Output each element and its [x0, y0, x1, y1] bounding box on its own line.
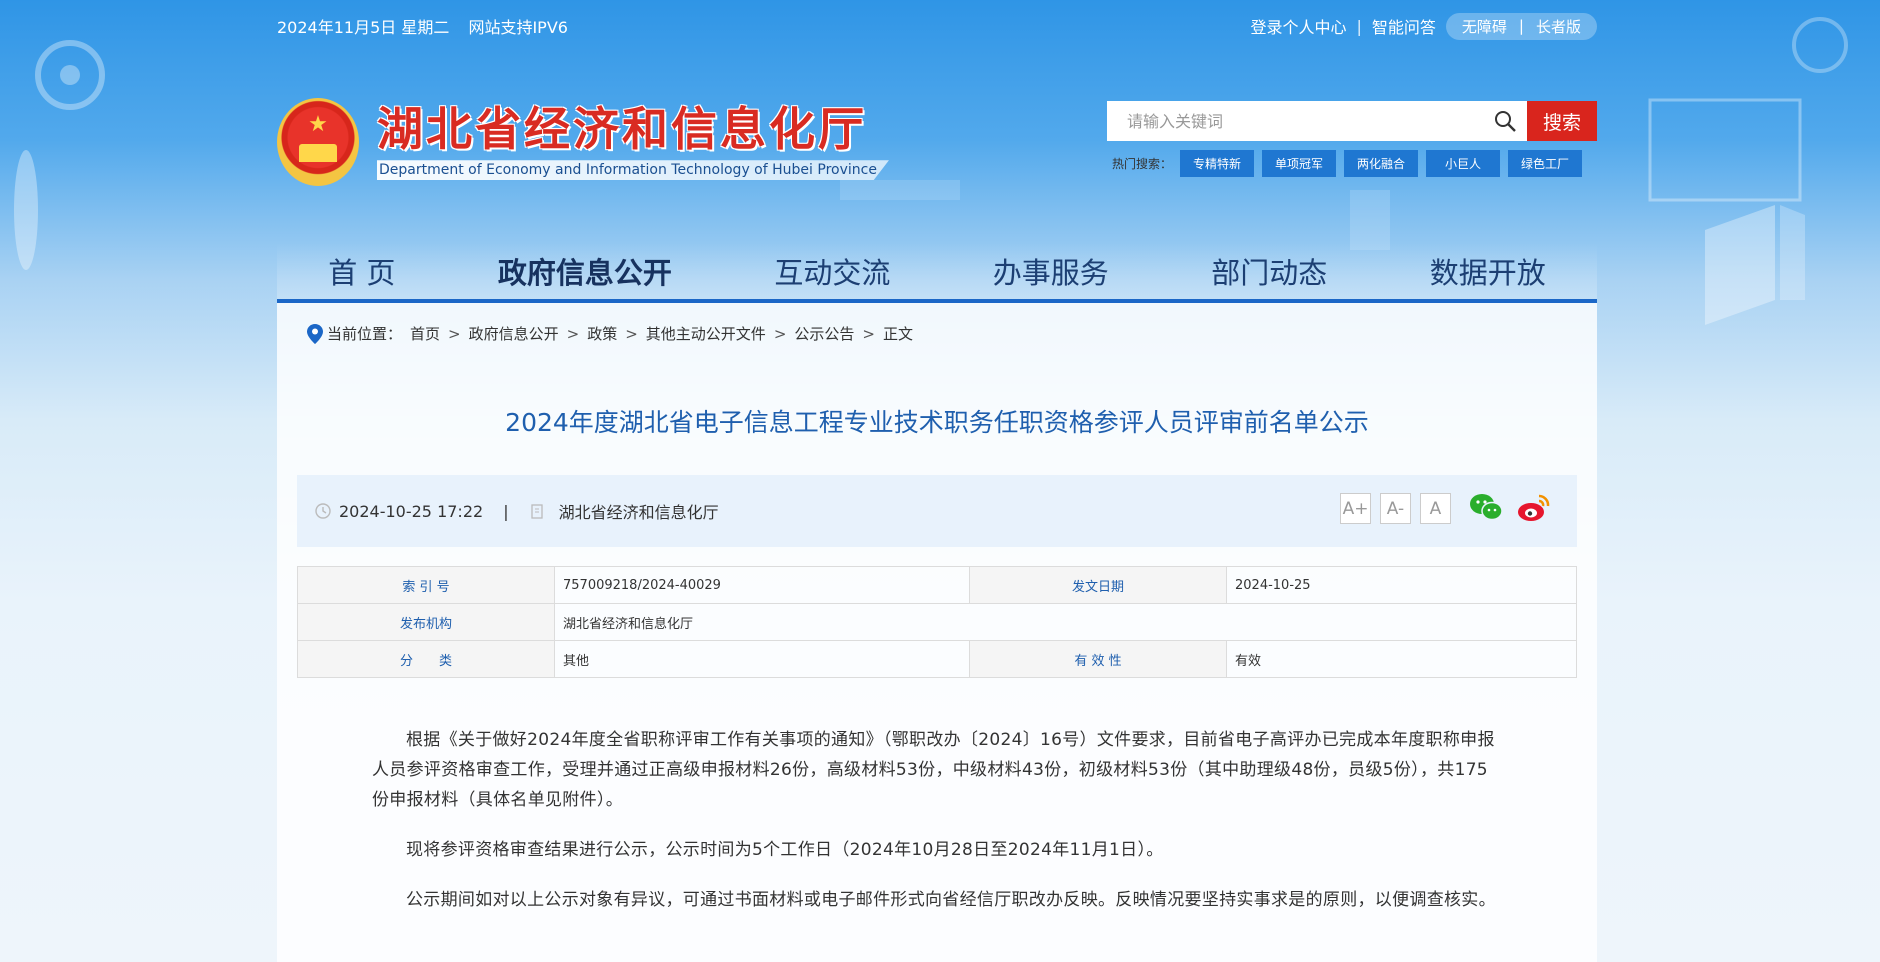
- elder-mode-link[interactable]: 长者版: [1536, 16, 1581, 37]
- building-icon: [530, 504, 543, 519]
- article-paragraph: 根据《关于做好2024年度全省职称评审工作有关事项的通知》（鄂职改办〔2024〕…: [372, 730, 1495, 810]
- search-input[interactable]: [1125, 110, 1489, 132]
- nav-interaction[interactable]: 互动交流: [774, 250, 890, 292]
- date-label: 发文日期: [969, 566, 1227, 604]
- weibo-icon[interactable]: [1517, 493, 1551, 523]
- table-row: 发布机构 湖北省经济和信息化厅: [297, 603, 1577, 641]
- accessible-mode-link[interactable]: 无障碍: [1462, 16, 1507, 37]
- ipv6-notice: 网站支持IPV6: [468, 18, 568, 37]
- top-bar: 2024年11月5日 星期二 网站支持IPV6 登录个人中心 | 智能问答 无障…: [277, 12, 1597, 40]
- article-paragraph: 现将参评资格审查结果进行公示，公示时间为5个工作日（2024年10月28日至20…: [406, 840, 1164, 860]
- publish-datetime: 2024-10-25 17:22: [339, 501, 484, 521]
- breadcrumb-separator: >: [773, 324, 787, 343]
- publish-source: 湖北省经济和信息化厅: [558, 503, 719, 522]
- article-paragraph: 公示期间如对以上公示对象有异议，可通过书面材料或电子邮件形式向省经信厅职改办反映…: [406, 890, 1496, 910]
- validity-value: 有效: [1226, 640, 1577, 678]
- search-button[interactable]: 搜索: [1527, 101, 1597, 141]
- site-title: 湖北省经济和信息化厅: [377, 101, 867, 156]
- smart-qa-link[interactable]: 智能问答: [1372, 14, 1436, 38]
- table-row: 索 引 号 757009218/2024-40029 发文日期 2024-10-…: [297, 566, 1577, 604]
- font-reset-button[interactable]: A: [1420, 493, 1451, 524]
- breadcrumb-label: 当前位置：: [327, 325, 403, 343]
- nav-home[interactable]: 首 页: [328, 250, 395, 292]
- date-value: 2024-10-25: [1226, 566, 1577, 604]
- hot-tag[interactable]: 专精特新: [1180, 150, 1255, 177]
- main-content: 当前位置： 首页 > 政府信息公开 > 政策 > 其他主动公开文件 > 公示公告…: [277, 303, 1597, 962]
- font-size-controls: A+ A- A: [1340, 493, 1451, 524]
- category-value: 其他: [554, 640, 970, 678]
- site-logo[interactable]: ★ 湖北省经济和信息化厅 Department of Economy and I…: [277, 98, 889, 186]
- org-label: 发布机构: [297, 603, 555, 641]
- index-value: 757009218/2024-40029: [554, 566, 970, 604]
- breadcrumb-separator: >: [862, 324, 875, 343]
- breadcrumb-separator: >: [566, 324, 580, 343]
- org-value: 湖北省经济和信息化厅: [554, 603, 1577, 641]
- breadcrumb-item[interactable]: 政府信息公开: [469, 323, 559, 344]
- nav-gov-info[interactable]: 政府信息公开: [498, 250, 672, 292]
- breadcrumb-current: 正文: [882, 325, 913, 343]
- search-bar: 搜索: [1107, 101, 1597, 141]
- hot-tag[interactable]: 单项冠军: [1262, 150, 1337, 177]
- main-nav: 首 页 政府信息公开 互动交流 办事服务 部门动态 数据开放: [277, 243, 1597, 303]
- breadcrumb-item[interactable]: 政策: [587, 323, 617, 344]
- current-date: 2024年11月5日 星期二: [277, 18, 450, 37]
- search-icon[interactable]: [1493, 109, 1517, 133]
- meta-divider: |: [503, 501, 509, 521]
- nav-open-data[interactable]: 数据开放: [1430, 250, 1546, 292]
- wechat-icon[interactable]: [1469, 493, 1503, 521]
- font-increase-button[interactable]: A+: [1340, 493, 1371, 524]
- hot-search: 热门搜索： 专精特新 单项冠军 两化融合 小巨人 绿色工厂: [1112, 150, 1583, 177]
- article-title: 2024年度湖北省电子信息工程专业技术职务任职资格参评人员评审前名单公示: [505, 408, 1369, 437]
- login-link[interactable]: 登录个人中心: [1250, 14, 1346, 38]
- share-buttons: [1469, 493, 1551, 523]
- validity-label: 有 效 性: [969, 640, 1227, 678]
- national-emblem-icon: ★: [277, 98, 359, 186]
- index-label: 索 引 号: [297, 566, 555, 604]
- category-label: 分 类: [297, 640, 555, 678]
- article-body: 根据《关于做好2024年度全省职称评审工作有关事项的通知》（鄂职改办〔2024〕…: [372, 725, 1502, 935]
- clock-icon: [315, 503, 331, 519]
- document-info-table: 索 引 号 757009218/2024-40029 发文日期 2024-10-…: [297, 566, 1577, 678]
- nav-news[interactable]: 部门动态: [1211, 250, 1327, 292]
- breadcrumb-item[interactable]: 公示公告: [794, 323, 854, 344]
- separator: |: [1518, 17, 1524, 35]
- article-meta: 2024-10-25 17:22 | 湖北省经济和信息化厅 A+ A- A: [297, 475, 1577, 547]
- table-row: 分 类 其他 有 效 性 有效: [297, 640, 1577, 678]
- accessibility-group: 无障碍 | 长者版: [1445, 12, 1597, 40]
- breadcrumb-separator: >: [625, 324, 638, 343]
- hot-tag[interactable]: 两化融合: [1344, 150, 1419, 177]
- separator: |: [1356, 16, 1362, 36]
- breadcrumb-item[interactable]: 首页: [410, 323, 440, 344]
- hot-tag[interactable]: 小巨人: [1426, 150, 1501, 177]
- hot-search-label: 热门搜索：: [1112, 157, 1173, 171]
- breadcrumb-separator: >: [448, 324, 461, 343]
- location-pin-icon: [307, 323, 323, 344]
- font-decrease-button[interactable]: A-: [1380, 493, 1411, 524]
- site-subtitle: Department of Economy and Information Te…: [377, 160, 889, 181]
- hot-tag[interactable]: 绿色工厂: [1508, 150, 1583, 177]
- breadcrumb-item[interactable]: 其他主动公开文件: [646, 323, 766, 344]
- nav-services[interactable]: 办事服务: [993, 250, 1109, 292]
- breadcrumb: 当前位置： 首页 > 政府信息公开 > 政策 > 其他主动公开文件 > 公示公告…: [307, 323, 921, 344]
